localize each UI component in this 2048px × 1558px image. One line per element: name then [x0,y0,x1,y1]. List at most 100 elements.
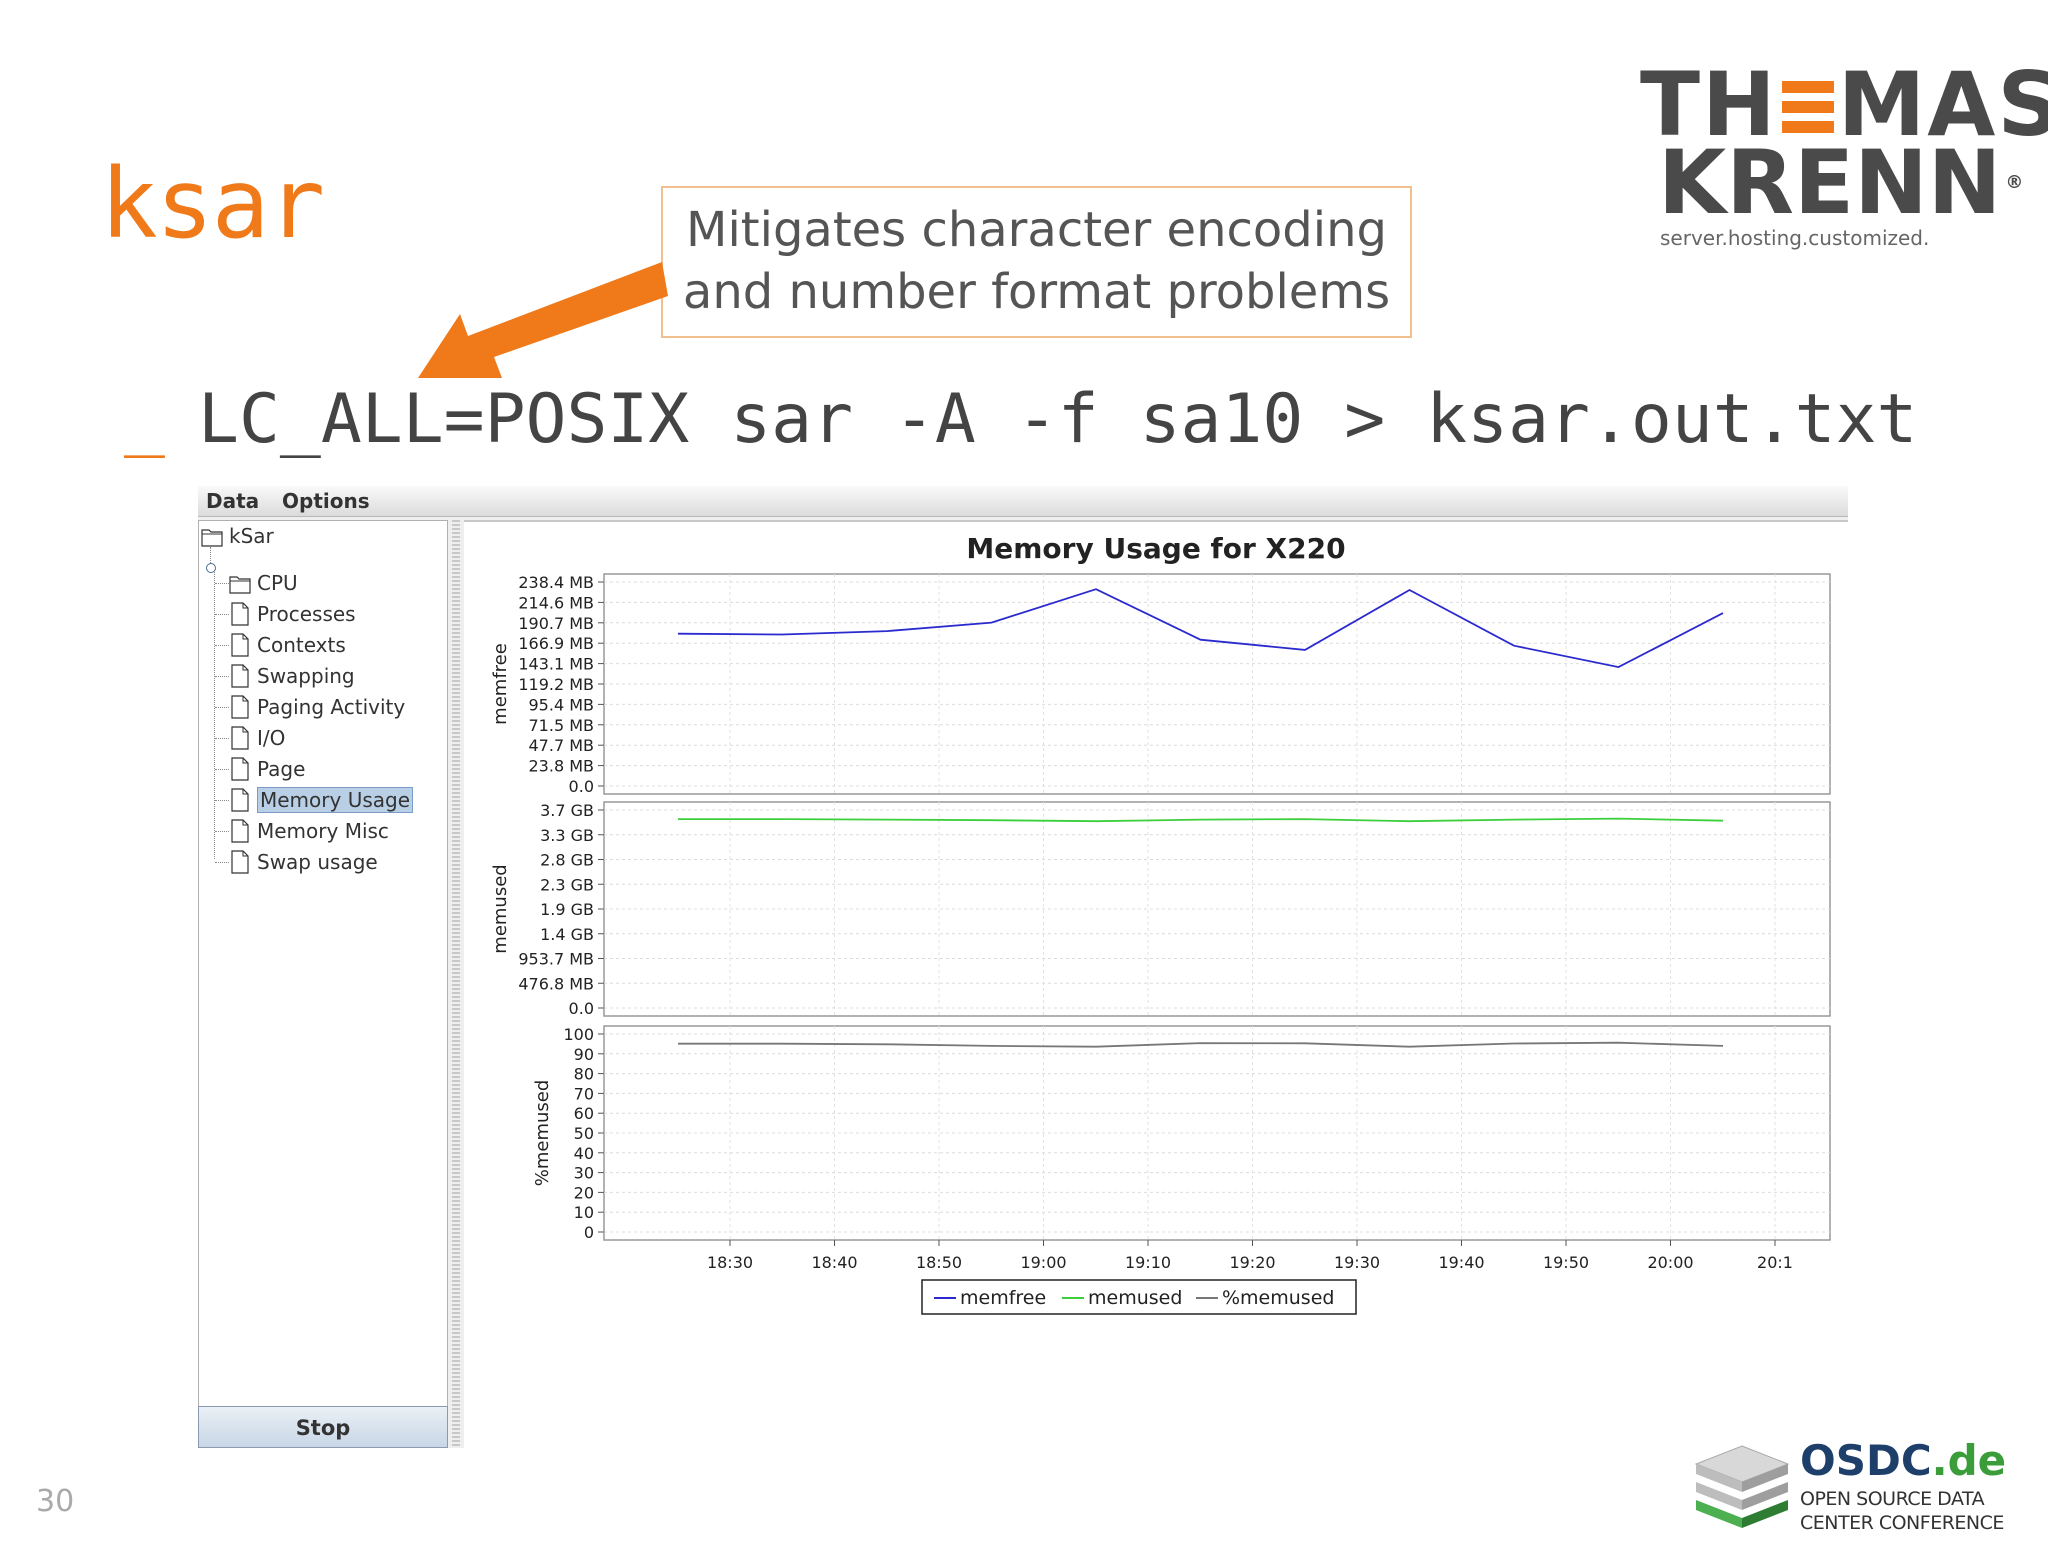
menu-data[interactable]: Data [206,486,259,516]
slide-title: ksar [100,148,325,260]
document-icon [229,663,257,689]
y-tick-label: 30 [574,1164,594,1183]
expand-handle-icon[interactable] [206,563,216,573]
y-tick-label: 143.1 MB [518,655,594,674]
tree-item-label: Page [257,757,306,781]
y-tick-label: 47.7 MB [529,736,595,755]
legend-label: %memused [1222,1287,1334,1309]
y-tick-label: 214.6 MB [518,593,594,612]
x-tick-label: 19:10 [1125,1253,1171,1272]
tree-item-page[interactable]: Page [229,754,305,784]
y-tick-label: 90 [574,1045,594,1064]
y-tick-label: 23.8 MB [529,757,595,776]
tree-item-label: Swap usage [257,850,378,874]
callout-line-2: and number format problems [682,264,1391,320]
tree-item-cpu[interactable]: CPU [229,568,298,598]
tree-item-label: Contexts [257,633,346,657]
y-tick-label: 0.0 [569,777,594,796]
y-tick-label: 3.3 GB [540,826,594,845]
tree-item-label: Memory Usage [257,787,414,813]
document-icon [229,756,257,782]
y-tick-label: 2.3 GB [540,875,594,894]
callout-box: Mitigates character encoding and number … [661,186,1412,338]
tree-item-i-o[interactable]: I/O [229,723,285,753]
tree-item-paging-activity[interactable]: Paging Activity [229,692,405,722]
menu-options[interactable]: Options [282,486,370,516]
y-tick-label: 119.2 MB [518,675,594,694]
folder-icon [201,523,229,549]
logo-bars-icon [1781,75,1834,139]
document-icon [229,787,257,813]
arrow-icon [418,262,668,378]
y-tick-label: 10 [574,1203,594,1222]
tree-item-memory-misc[interactable]: Memory Misc [229,816,389,846]
document-icon [229,725,257,751]
y-tick-label: 70 [574,1084,594,1103]
command-prompt: _ [124,380,165,459]
x-tick-label: 19:40 [1438,1253,1484,1272]
callout-line-1: Mitigates character encoding [686,202,1387,258]
logo-tagline: server.hosting.customized. [1660,226,1930,250]
logo-text-line2: KRENN [1658,131,2002,234]
tree-panel: kSar CPU Processes Contexts Swapping Paging A… [198,520,448,1409]
command-text: LC_ALL=POSIX sar -A -f sa10 > ksar.out.t… [198,380,1918,459]
y-axis-label: memused [490,864,511,953]
tree-item-swapping[interactable]: Swapping [229,661,355,691]
server-stack-icon [1694,1445,1790,1528]
y-tick-label: 190.7 MB [518,614,594,633]
x-tick-label: 19:00 [1020,1253,1066,1272]
x-tick-label: 19:20 [1229,1253,1275,1272]
x-tick-label: 20:1 [1757,1253,1793,1272]
thomas-krenn-logo: TH MAS KRENN ® server.hosting.customized. [1640,61,2048,251]
tree-item-ksar[interactable]: kSar [201,521,274,551]
x-tick-label: 18:50 [916,1253,962,1272]
y-tick-label: 20 [574,1183,594,1202]
x-tick-label: 18:30 [707,1253,753,1272]
document-icon [229,694,257,720]
tree-item-label: CPU [257,571,298,595]
tree-item-label: I/O [257,726,286,750]
document-icon [229,849,257,875]
y-tick-label: 50 [574,1124,594,1143]
legend-label: memused [1088,1287,1182,1309]
ksar-window: Data Options kSar CPU Processes Contexts Swa… [198,486,1848,1450]
tree-item-label: Memory Misc [257,819,389,843]
x-tick-label: 19:50 [1543,1253,1589,1272]
y-axis-label: %memused [532,1080,553,1187]
folder-icon [229,570,257,596]
tree-item-label: Processes [257,602,356,626]
tree-item-memory-usage[interactable]: Memory Usage [229,785,414,815]
y-tick-label: 100 [563,1025,594,1044]
x-tick-label: 20:00 [1647,1253,1693,1272]
x-tick-label: 18:40 [811,1253,857,1272]
y-tick-label: 3.7 GB [540,801,594,820]
page-number: 30 [36,1484,75,1519]
y-tick-label: 1.4 GB [540,925,594,944]
registered-mark: ® [2005,172,2024,193]
tree-item-contexts[interactable]: Contexts [229,630,346,660]
y-tick-label: 238.4 MB [518,573,594,592]
y-tick-label: 40 [574,1144,594,1163]
y-axis-label: memfree [490,643,511,725]
legend-label: memfree [960,1287,1046,1309]
y-tick-label: 2.8 GB [540,851,594,870]
tree-item-label: Swapping [257,664,355,688]
tree-item-label: Paging Activity [257,695,406,719]
y-tick-label: 0 [584,1223,594,1242]
y-tick-label: 0.0 [569,999,594,1018]
osdc-subtitle-2: CENTER CONFERENCE [1800,1512,2004,1534]
memory-usage-chart: Memory Usage for X220 238.4 MB214.6 MB 190… [490,532,1831,1315]
menu-bar: Data Options [198,486,1848,517]
stop-button[interactable]: Stop [198,1406,448,1448]
y-tick-label: 71.5 MB [529,716,595,735]
document-icon [229,818,257,844]
y-tick-label: 95.4 MB [529,695,595,714]
split-pane-divider[interactable] [452,520,460,1448]
document-icon [229,601,257,627]
tree-item-processes[interactable]: Processes [229,599,356,629]
tree-item-swap-usage[interactable]: Swap usage [229,847,378,877]
document-icon [229,632,257,658]
chart-title: Memory Usage for X220 [966,532,1345,565]
x-tick-label: 19:30 [1334,1253,1380,1272]
y-tick-label: 953.7 MB [518,950,594,969]
